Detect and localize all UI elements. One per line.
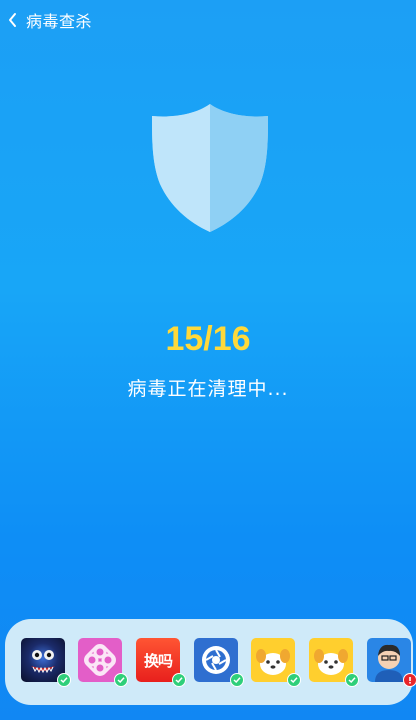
safe-check-icon xyxy=(230,673,244,687)
app-item[interactable] xyxy=(194,638,244,687)
app-item[interactable]: 换吗 xyxy=(136,638,186,687)
app-item[interactable] xyxy=(309,638,359,687)
chevron-left-icon xyxy=(9,13,16,27)
back-button[interactable] xyxy=(0,0,26,40)
top-bar: 病毒查杀 xyxy=(0,0,416,40)
app-tray: 换吗 xyxy=(5,619,416,705)
warning-icon xyxy=(403,673,416,687)
huanma-app-label: 换吗 xyxy=(143,651,173,670)
app-item[interactable] xyxy=(251,638,301,687)
app-item[interactable] xyxy=(367,638,416,687)
safe-check-icon xyxy=(57,673,71,687)
shield-icon xyxy=(146,100,274,236)
safe-check-icon xyxy=(114,673,128,687)
safe-check-icon xyxy=(345,673,359,687)
scan-status-text: 病毒正在清理中... xyxy=(127,378,289,400)
app-item[interactable] xyxy=(78,638,128,687)
safe-check-icon xyxy=(172,673,186,687)
safe-check-icon xyxy=(287,673,301,687)
app-item[interactable] xyxy=(21,638,71,687)
page-title: 病毒查杀 xyxy=(26,12,93,31)
scan-counter: 15/16 xyxy=(165,320,251,358)
